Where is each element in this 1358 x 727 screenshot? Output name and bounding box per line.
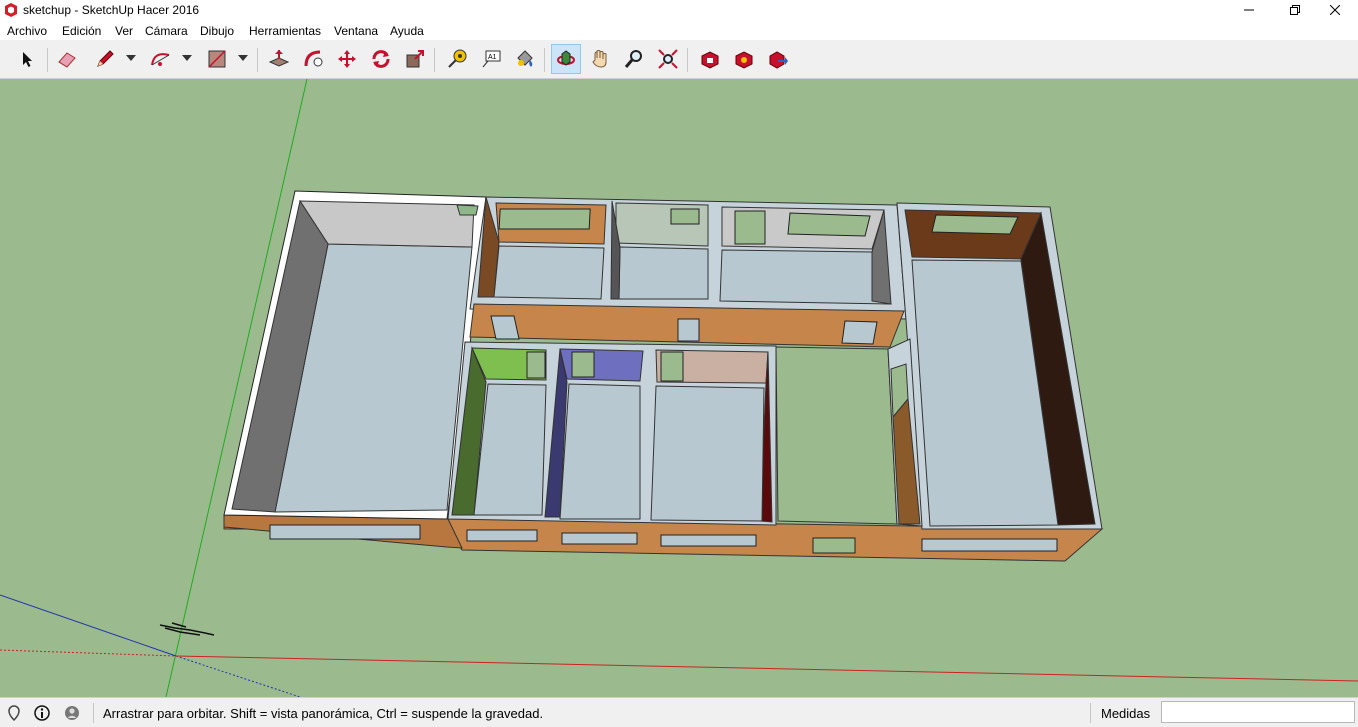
scale-tool[interactable]: [400, 44, 430, 74]
rectangle-tool-dropdown[interactable]: [238, 55, 248, 61]
arc-icon: [151, 53, 170, 66]
scale-icon: [406, 50, 424, 68]
eraser-tool[interactable]: [52, 44, 82, 74]
window-front-1: [269, 524, 421, 540]
room-purple-floor: [559, 383, 641, 520]
status-message: Arrastrar para orbitar. Shift = vista pa…: [103, 706, 544, 721]
text-tool[interactable]: A1: [476, 44, 506, 74]
toolbar: A1: [0, 40, 1358, 79]
minimize-button[interactable]: [1226, 0, 1272, 20]
orbit-icon: [557, 50, 575, 66]
close-button[interactable]: [1312, 0, 1358, 20]
restore-icon: [1290, 5, 1300, 15]
title-bar: sketchup - SketchUp Hacer 2016: [0, 0, 1358, 20]
window-title: sketchup - SketchUp Hacer 2016: [23, 3, 200, 17]
rotate-icon: [372, 50, 390, 68]
rectangle-tool[interactable]: [202, 44, 232, 74]
menu-ayuda[interactable]: Ayuda: [390, 24, 424, 38]
arc-tool[interactable]: [146, 44, 176, 74]
measurements-input[interactable]: [1161, 701, 1355, 723]
paint-bucket-tool[interactable]: [510, 44, 540, 74]
warehouse-tool[interactable]: [695, 44, 725, 74]
room-c-floor: [719, 249, 892, 305]
room-b-floor: [618, 246, 709, 300]
hand-icon: [592, 50, 607, 68]
pan-tool[interactable]: [585, 44, 615, 74]
user-account-icon[interactable]: [64, 705, 80, 721]
geolocation-icon[interactable]: [6, 705, 22, 721]
tape-measure-icon: [448, 49, 467, 68]
info-icon[interactable]: [34, 705, 50, 721]
extension-warehouse-tool[interactable]: [729, 44, 759, 74]
courtyard: [775, 346, 898, 525]
tape-measure-tool[interactable]: [442, 44, 472, 74]
menu-ver[interactable]: Ver: [115, 24, 133, 38]
menu-archivo[interactable]: Archivo: [7, 24, 47, 38]
3d-viewport[interactable]: [0, 79, 1358, 697]
move-tool[interactable]: [332, 44, 362, 74]
window-front-2: [466, 529, 538, 542]
door-front: [812, 537, 856, 554]
model-canvas: [0, 79, 1358, 697]
move-arrows-icon: [338, 50, 356, 68]
blue-axis-dotted: [175, 655, 301, 697]
text-label-icon: A1: [482, 50, 501, 68]
push-pull-tool[interactable]: [264, 44, 294, 74]
pencil-icon: [97, 50, 114, 67]
window-front-3: [561, 532, 638, 545]
window-front-5: [921, 538, 1058, 552]
blue-axis: [0, 594, 177, 657]
share-model-tool[interactable]: [763, 44, 793, 74]
zoom-tool[interactable]: [619, 44, 649, 74]
minimize-icon: [1244, 9, 1254, 11]
rectangle-icon: [208, 50, 226, 68]
eraser-icon: [58, 52, 76, 68]
svg-text:A1: A1: [488, 54, 497, 61]
scale-figure: [159, 622, 215, 636]
share-model-icon: [769, 51, 788, 69]
zoom-extents-icon: [658, 49, 678, 69]
zoom-extents-tool[interactable]: [653, 44, 683, 74]
menu-herramientas[interactable]: Herramientas: [249, 24, 321, 38]
measurements-label: Medidas: [1101, 706, 1151, 721]
arc-tool-dropdown[interactable]: [182, 55, 192, 61]
follow-me-icon: [304, 50, 323, 67]
menu-dibujo[interactable]: Dibujo: [200, 24, 234, 38]
follow-me-tool[interactable]: [298, 44, 328, 74]
select-tool[interactable]: [12, 44, 42, 74]
red-axis: [175, 655, 1358, 682]
left-room-back-wall: [299, 200, 475, 248]
arrow-cursor-icon: [23, 52, 32, 67]
3d-warehouse-icon: [701, 51, 719, 69]
rotate-tool[interactable]: [366, 44, 396, 74]
menu-camara[interactable]: Cámara: [145, 24, 188, 38]
push-pull-icon: [268, 50, 290, 67]
window-front-4: [660, 534, 757, 547]
magnifier-icon: [624, 50, 642, 68]
room-a-floor: [493, 245, 605, 300]
sketchup-logo-icon: [5, 3, 17, 17]
menu-bar: Archivo Edición Ver Cámara Dibujo Herram…: [0, 20, 1358, 40]
line-tool-dropdown[interactable]: [126, 55, 136, 61]
orbit-tool[interactable]: [551, 44, 581, 74]
status-bar: Arrastrar para orbitar. Shift = vista pa…: [0, 697, 1358, 727]
paint-bucket-icon: [517, 50, 533, 67]
close-icon: [1330, 5, 1340, 15]
menu-edicion[interactable]: Edición: [62, 24, 101, 38]
room-pink-floor: [650, 385, 765, 522]
line-tool[interactable]: [90, 44, 120, 74]
red-axis-dotted: [0, 649, 177, 657]
extension-warehouse-icon: [735, 51, 753, 69]
menu-ventana[interactable]: Ventana: [334, 24, 378, 38]
